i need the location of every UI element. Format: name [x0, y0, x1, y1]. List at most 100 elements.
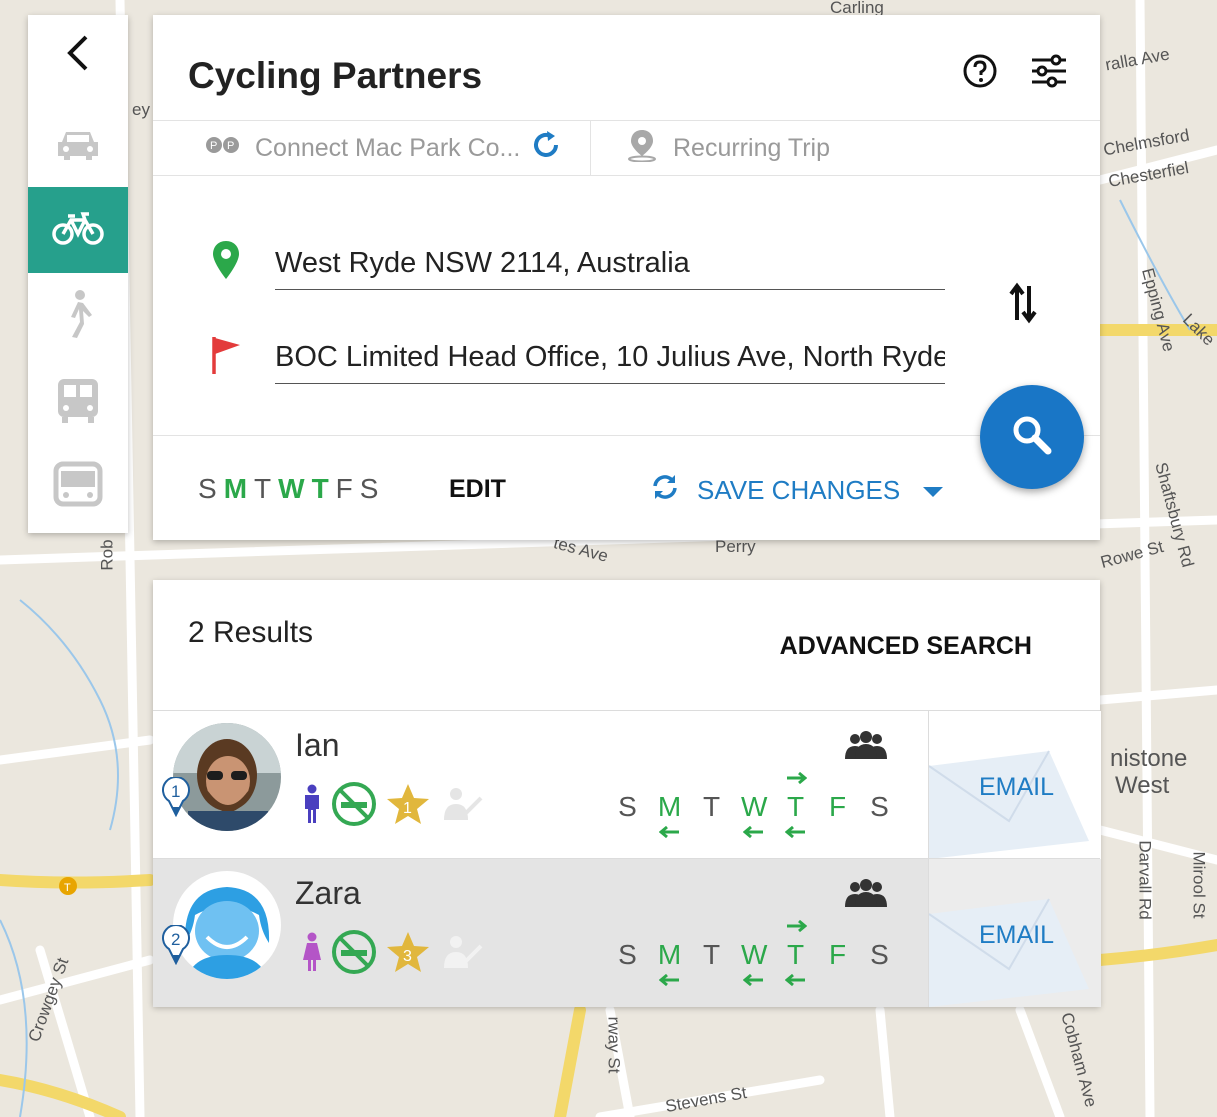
help-button[interactable] — [960, 53, 1000, 93]
map-label: West — [1115, 772, 1170, 799]
day-thu[interactable]: T — [312, 473, 329, 505]
map-label: Rob — [97, 539, 117, 571]
day-mon: M — [657, 939, 682, 987]
results-panel: 2 Results ADVANCED SEARCH 1 Ian 1 S M T … — [153, 580, 1101, 1007]
day-sun: S — [618, 791, 637, 822]
day-mon: M — [657, 791, 682, 839]
email-button[interactable]: EMAIL — [928, 711, 1101, 859]
search-icon — [1010, 413, 1054, 462]
person-name: Zara — [295, 875, 361, 911]
map-label: rway St — [604, 1016, 624, 1074]
origin-pin-icon — [209, 239, 243, 286]
return-arrow-icon — [785, 973, 805, 987]
destination-row — [203, 331, 945, 387]
day-wed[interactable]: W — [278, 473, 304, 505]
rating-number: 1 — [403, 800, 412, 817]
driver-license-icon — [439, 784, 485, 829]
refresh-icon[interactable] — [530, 129, 562, 168]
search-panel: Cycling Partners PP Connect Mac Park Co.… — [153, 15, 1100, 540]
female-icon — [301, 932, 323, 977]
walking-icon — [61, 289, 95, 344]
page-title: Cycling Partners — [188, 55, 483, 96]
car-park-icon: PP — [205, 134, 241, 163]
day-fri: F — [828, 791, 847, 822]
sync-icon — [651, 473, 679, 508]
badges: 3 — [301, 929, 485, 980]
car-icon — [54, 124, 102, 169]
destination-input[interactable] — [275, 331, 945, 384]
bus-icon — [54, 375, 102, 430]
rank-number: 2 — [171, 930, 180, 949]
male-icon — [301, 784, 323, 829]
badges: 1 — [301, 781, 485, 832]
group-icon — [843, 731, 889, 766]
mode-bus-button[interactable] — [28, 359, 128, 445]
swap-icon — [1008, 282, 1038, 330]
travel-days: S M T W T F S — [615, 919, 892, 987]
recurring-trip-label: Recurring Trip — [673, 133, 830, 162]
result-row[interactable]: 1 Ian 1 S M T W T F S EMAIL — [153, 710, 1101, 859]
divider — [590, 121, 591, 175]
sliders-icon — [1030, 53, 1068, 94]
location-pin-icon — [625, 128, 659, 169]
outbound-arrow-icon — [787, 771, 807, 785]
outbound-arrow-icon — [787, 919, 807, 933]
coach-icon — [52, 460, 104, 517]
swap-locations-button[interactable] — [1008, 280, 1038, 331]
travel-mode-rail — [28, 15, 128, 533]
rank-marker: 1 — [161, 776, 191, 822]
mode-bicycle-button[interactable] — [28, 187, 128, 273]
results-count: 2 Results — [188, 616, 314, 649]
star-rating-icon: 1 — [385, 782, 431, 831]
day-sat: S — [870, 939, 889, 970]
caret-down-icon[interactable] — [922, 475, 944, 506]
map-label: Perry — [715, 537, 756, 556]
trip-options-bar: PP Connect Mac Park Co... Recurring Trip — [153, 120, 1100, 176]
email-label: EMAIL — [979, 773, 1055, 801]
day-tue: T — [702, 791, 721, 822]
star-rating-icon: 3 — [385, 930, 431, 979]
mode-coach-button[interactable] — [28, 445, 128, 531]
map-label: ey — [132, 100, 150, 119]
person-name: Ian — [295, 727, 340, 763]
map-label: Darvall Rd — [1135, 840, 1155, 920]
filter-settings-button[interactable] — [1029, 53, 1069, 93]
save-changes-label: SAVE CHANGES — [697, 474, 901, 505]
day-sun[interactable]: S — [198, 473, 217, 505]
map-label: Mirool St — [1189, 851, 1209, 919]
advanced-search-button[interactable]: ADVANCED SEARCH — [780, 632, 1032, 661]
day-wed: W — [741, 939, 767, 987]
rating-number: 3 — [403, 948, 412, 965]
mode-car-button[interactable] — [28, 103, 128, 189]
mode-walk-button[interactable] — [28, 273, 128, 359]
svg-text:T: T — [64, 882, 71, 894]
origin-row — [203, 237, 945, 293]
back-button[interactable] — [28, 15, 128, 95]
connect-car-park-link[interactable]: PP Connect Mac Park Co... — [205, 121, 562, 175]
day-fri: F — [828, 939, 847, 970]
map-label: nistone — [1110, 745, 1188, 772]
save-changes-button[interactable]: SAVE CHANGES — [651, 473, 944, 507]
svg-text:P: P — [227, 140, 234, 152]
return-arrow-icon — [659, 973, 679, 987]
driver-license-icon — [439, 932, 485, 977]
result-row[interactable]: 2 Zara 3 S M T W T F S EMAIL — [153, 858, 1101, 1007]
email-button[interactable]: EMAIL — [928, 859, 1101, 1007]
day-sat[interactable]: S — [360, 473, 379, 505]
rank-marker: 2 — [161, 924, 191, 970]
no-smoking-icon — [331, 929, 377, 980]
origin-input[interactable] — [275, 237, 945, 290]
return-arrow-icon — [743, 973, 763, 987]
chevron-left-icon — [64, 33, 92, 78]
day-tue: T — [702, 939, 721, 970]
edit-days-button[interactable]: EDIT — [449, 475, 506, 504]
day-tue[interactable]: T — [254, 473, 271, 505]
day-mon[interactable]: M — [224, 473, 247, 505]
travel-days: S M T W T F S — [615, 771, 892, 839]
no-smoking-icon — [331, 781, 377, 832]
day-fri[interactable]: F — [336, 473, 353, 505]
day-thu: T — [783, 771, 808, 839]
search-button[interactable] — [980, 385, 1084, 489]
return-arrow-icon — [785, 825, 805, 839]
recurring-trip-toggle[interactable]: Recurring Trip — [625, 121, 830, 175]
